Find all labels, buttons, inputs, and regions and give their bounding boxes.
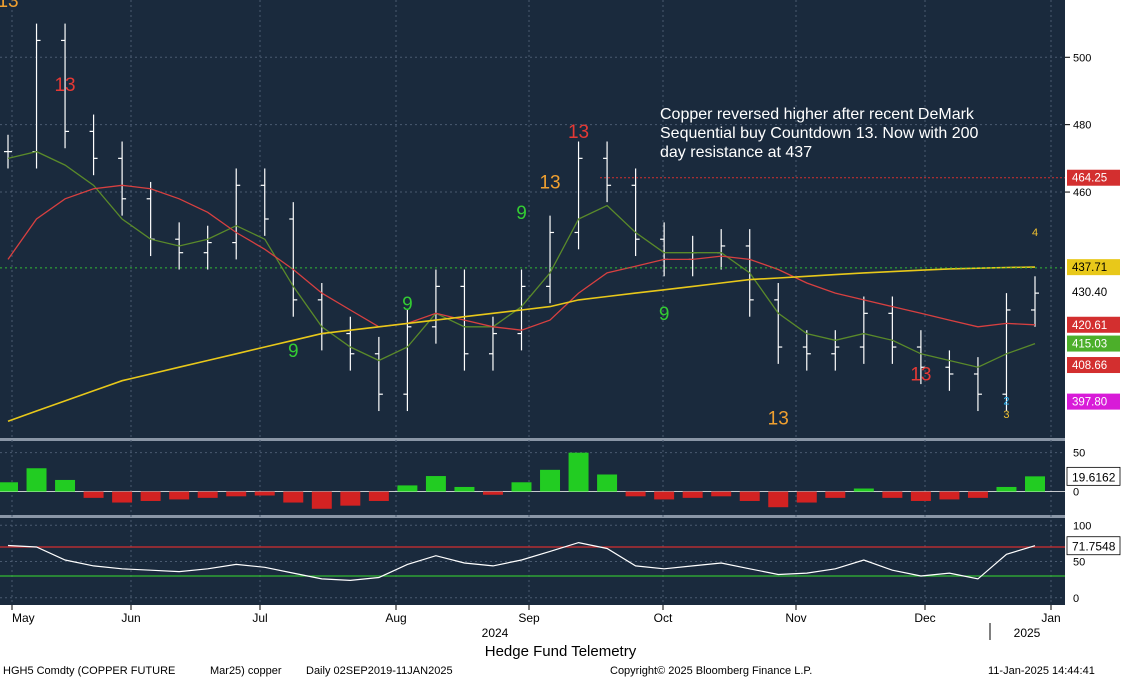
demark-count-label: 13 — [768, 409, 789, 430]
demark-count-label: 9 — [516, 203, 527, 224]
momentum-bar — [853, 488, 874, 492]
xaxis-month-label: Jun — [121, 611, 140, 625]
momentum-bar — [825, 491, 846, 498]
chart-annotation: day resistance at 437 — [660, 144, 812, 161]
momentum-bar — [654, 491, 675, 500]
price-tick-label: 480 — [1073, 120, 1091, 132]
momentum-bar — [939, 491, 960, 500]
demark-count-label: 9 — [288, 341, 299, 362]
price-level-label: 408.66 — [1072, 360, 1107, 372]
momentum-value-label: 19.6162 — [1072, 470, 1116, 484]
momentum-bar — [597, 474, 618, 492]
momentum-bar — [540, 469, 561, 492]
momentum-tick-label: 50 — [1073, 448, 1085, 460]
xaxis-background — [0, 605, 1121, 643]
osc-value-label: 71.7548 — [1072, 540, 1116, 554]
panel-separator — [0, 438, 1065, 441]
xaxis-year-label: 2025 — [1014, 626, 1041, 640]
momentum-bar — [796, 491, 817, 503]
momentum-bar — [169, 491, 190, 500]
price-level-label: 430.40 — [1072, 287, 1107, 299]
demark-count-label: 13 — [910, 365, 931, 386]
momentum-bar — [768, 491, 789, 508]
momentum-bar — [311, 491, 332, 509]
momentum-bar — [996, 486, 1017, 492]
momentum-bar — [0, 482, 18, 492]
footer-ticker: HGH5 Comdty (COPPER FUTURE — [3, 665, 176, 677]
chart-annotation: Sequential buy Countdown 13. Now with 20… — [660, 125, 979, 142]
price-tick-label: 460 — [1073, 187, 1091, 199]
demark-count-label: 13 — [539, 173, 560, 194]
xaxis-month-label: Nov — [785, 611, 806, 625]
footer-contract: Mar25) copper — [210, 665, 282, 677]
demark-count-label: 13 — [0, 0, 19, 12]
chart-credit: Hedge Fund Telemetry — [484, 643, 637, 660]
momentum-bar — [682, 491, 703, 498]
osc-tick-label: 50 — [1073, 557, 1085, 569]
plot-background — [0, 0, 1065, 605]
demark-count-label: 2 — [1003, 395, 1009, 407]
momentum-bar — [482, 491, 503, 495]
momentum-bar — [140, 491, 161, 501]
momentum-bar — [910, 491, 931, 501]
xaxis-year-label: 2024 — [482, 626, 509, 640]
momentum-bar — [425, 476, 446, 492]
momentum-bar — [283, 491, 304, 503]
momentum-bar — [83, 491, 104, 498]
demark-count-label: 13 — [54, 75, 75, 96]
momentum-bar — [397, 485, 418, 492]
xaxis-month-label: Dec — [914, 611, 935, 625]
demark-count-label: 3 — [1003, 409, 1009, 421]
momentum-bar — [254, 491, 275, 496]
price-level-label: 415.03 — [1072, 339, 1107, 351]
axis-background — [1065, 0, 1121, 605]
momentum-bar — [511, 482, 532, 492]
demark-count-label: 9 — [402, 294, 413, 315]
momentum-bar — [711, 491, 732, 497]
momentum-bar — [568, 452, 589, 492]
footer-copyright: Copyright© 2025 Bloomberg Finance L.P. — [610, 665, 813, 677]
momentum-bar — [340, 491, 361, 506]
momentum-bar — [967, 491, 988, 498]
momentum-bar — [112, 491, 133, 503]
price-level-label: 464.25 — [1072, 173, 1107, 185]
price-level-label: 397.80 — [1072, 397, 1107, 409]
panel-separator — [0, 515, 1065, 518]
momentum-bar — [625, 491, 646, 497]
footer-period: Daily 02SEP2019-11JAN2025 — [306, 665, 453, 677]
momentum-bar — [26, 468, 47, 492]
chart-annotation: Copper reversed higher after recent DeMa… — [660, 106, 975, 123]
demark-count-label: 9 — [659, 304, 670, 325]
momentum-bar — [882, 491, 903, 498]
xaxis-month-label: Aug — [385, 611, 406, 625]
xaxis-month-label: Oct — [654, 611, 673, 625]
demark-count-label: 13 — [568, 122, 589, 143]
momentum-bar — [226, 491, 247, 497]
xaxis-month-label: May — [12, 611, 35, 625]
copper-chart: 5004804601313131399991313234Copper rever… — [0, 0, 1121, 643]
demark-count-label: 4 — [1032, 227, 1038, 239]
footer-timestamp: 11-Jan-2025 14:44:41 — [988, 665, 1095, 677]
momentum-bar — [197, 491, 218, 498]
momentum-bar — [454, 486, 475, 492]
price-tick-label: 500 — [1073, 52, 1091, 64]
momentum-bar — [1025, 476, 1045, 492]
price-level-label: 420.61 — [1072, 320, 1107, 332]
chart-footer: HGH5 Comdty (COPPER FUTURE Mar25) copper… — [0, 660, 1121, 680]
xaxis-month-label: Jul — [252, 611, 267, 625]
xaxis-month-label: Jan — [1041, 611, 1060, 625]
osc-tick-label: 100 — [1073, 520, 1091, 532]
momentum-bar — [739, 491, 760, 501]
momentum-bar — [55, 479, 76, 492]
price-level-label: 437.71 — [1072, 262, 1107, 274]
osc-tick-label: 0 — [1073, 593, 1079, 605]
xaxis-month-label: Sep — [518, 611, 540, 625]
momentum-bar — [368, 491, 389, 501]
momentum-tick-label: 0 — [1073, 487, 1079, 499]
